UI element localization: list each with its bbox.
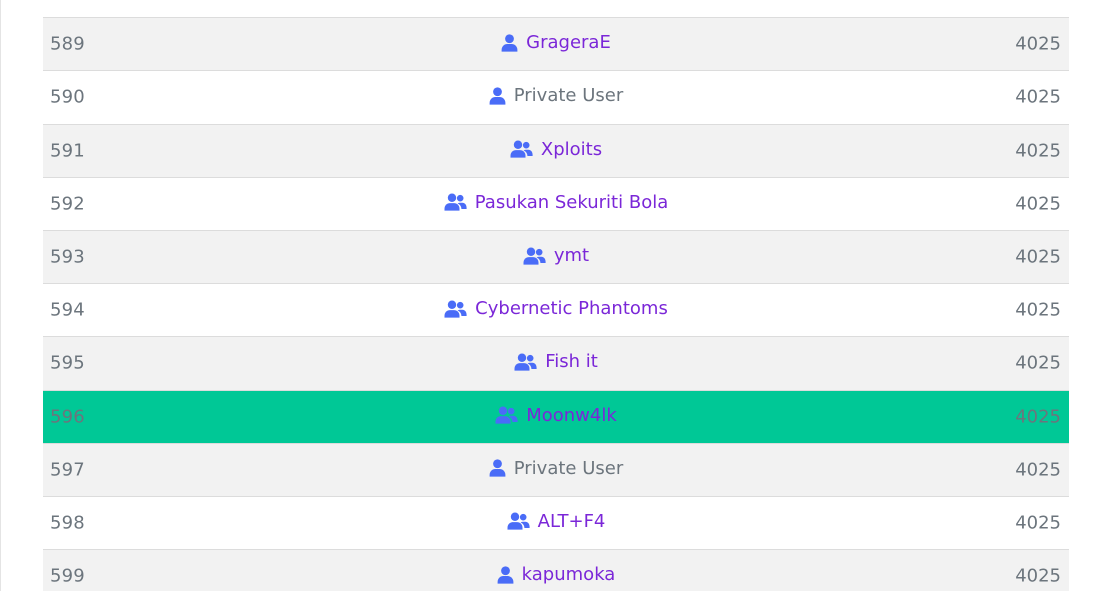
team-cell bbox=[43, 0, 1069, 3]
team-link[interactable]: Moonw4lk bbox=[495, 404, 617, 425]
score-cell: 4025 bbox=[1015, 246, 1061, 268]
table-row: 591 Xploits 4025 bbox=[43, 124, 1069, 178]
user-icon bbox=[489, 459, 506, 478]
team-name[interactable]: Moonw4lk bbox=[526, 404, 617, 425]
team-cell: Pasukan Sekuriti Bola bbox=[43, 192, 1069, 217]
users-icon bbox=[514, 353, 537, 371]
team-link[interactable]: GrageraE bbox=[501, 32, 611, 53]
team-name[interactable]: ymt bbox=[554, 245, 589, 266]
user-icon bbox=[501, 34, 518, 52]
table-row: 590 Private User 4025 bbox=[43, 71, 1069, 125]
team-cell: Fish it bbox=[43, 351, 1069, 376]
table-row: 593 ymt 4025 bbox=[43, 230, 1069, 285]
score-cell: 4025 bbox=[1015, 33, 1061, 55]
team-name: Private User bbox=[513, 457, 624, 479]
page-edge-divider bbox=[0, 0, 1, 591]
team-cell: kapumoka bbox=[43, 564, 1069, 589]
score-cell: 4025 bbox=[1015, 193, 1061, 215]
table-row bbox=[43, 0, 1069, 19]
team-cell: Xploits bbox=[43, 138, 1069, 163]
score-cell: 4025 bbox=[1015, 86, 1061, 108]
team-name[interactable]: Cybernetic Phantoms bbox=[475, 298, 668, 319]
team-cell: Moonw4lk bbox=[43, 404, 1069, 429]
team-link[interactable]: kapumoka bbox=[497, 564, 616, 585]
table-row: 597 Private User 4025 bbox=[43, 443, 1069, 497]
team-name[interactable]: ALT+F4 bbox=[538, 511, 606, 532]
team-name[interactable]: Xploits bbox=[541, 138, 602, 159]
team-cell: GrageraE bbox=[43, 32, 1069, 57]
table-row: 589 GrageraE 4025 bbox=[43, 18, 1069, 72]
team-link[interactable]: Fish it bbox=[514, 351, 598, 372]
team-name[interactable]: Pasukan Sekuriti Bola bbox=[475, 192, 668, 213]
users-icon bbox=[444, 193, 467, 212]
score-cell: 4025 bbox=[1015, 352, 1061, 374]
score-cell: 4025 bbox=[1015, 406, 1061, 428]
users-icon bbox=[510, 140, 533, 158]
team-cell: Private User bbox=[43, 85, 1069, 110]
team-link[interactable]: ymt bbox=[523, 245, 589, 266]
scoreboard-viewport: 589 GrageraE 4025 590 Private User 4025 591 Xpl… bbox=[0, 0, 1109, 591]
team-link[interactable]: Xploits bbox=[510, 138, 602, 159]
team-cell: ymt bbox=[43, 245, 1069, 270]
private-user-label: Private User bbox=[489, 85, 624, 107]
table-row: 592 Pasukan Sekuriti Bola 4025 bbox=[43, 177, 1069, 231]
users-icon bbox=[495, 406, 518, 424]
team-name[interactable]: Fish it bbox=[545, 351, 598, 372]
users-icon bbox=[444, 299, 467, 318]
score-cell: 4025 bbox=[1015, 140, 1061, 162]
team-link[interactable]: Pasukan Sekuriti Bola bbox=[444, 192, 668, 213]
scoreboard-table: 589 GrageraE 4025 590 Private User 4025 591 Xpl… bbox=[43, 0, 1069, 591]
user-icon bbox=[489, 87, 506, 105]
team-cell: Private User bbox=[43, 458, 1069, 483]
score-cell: 4025 bbox=[1015, 565, 1061, 587]
team-cell: Cybernetic Phantoms bbox=[43, 298, 1069, 323]
table-row: 599 kapumoka 4025 bbox=[43, 550, 1069, 591]
team-name[interactable]: GrageraE bbox=[526, 32, 611, 53]
team-link[interactable]: ALT+F4 bbox=[507, 511, 606, 532]
table-row: 598 ALT+F4 4025 bbox=[43, 496, 1069, 551]
score-cell: 4025 bbox=[1015, 512, 1061, 534]
team-name[interactable]: kapumoka bbox=[522, 564, 616, 585]
table-row: 595 Fish it 4025 bbox=[43, 337, 1069, 391]
private-user-label: Private User bbox=[489, 457, 624, 479]
table-row-highlighted: 596 Moonw4lk 4025 bbox=[43, 390, 1069, 444]
score-cell: 4025 bbox=[1015, 299, 1061, 321]
users-icon bbox=[507, 512, 530, 531]
table-row: 594 Cybernetic Phantoms 4025 bbox=[43, 284, 1069, 338]
team-cell: ALT+F4 bbox=[43, 511, 1069, 536]
score-cell: 4025 bbox=[1015, 459, 1061, 481]
users-icon bbox=[523, 246, 546, 265]
user-icon bbox=[497, 565, 514, 584]
team-link[interactable]: Cybernetic Phantoms bbox=[444, 298, 668, 319]
team-name: Private User bbox=[513, 85, 624, 107]
